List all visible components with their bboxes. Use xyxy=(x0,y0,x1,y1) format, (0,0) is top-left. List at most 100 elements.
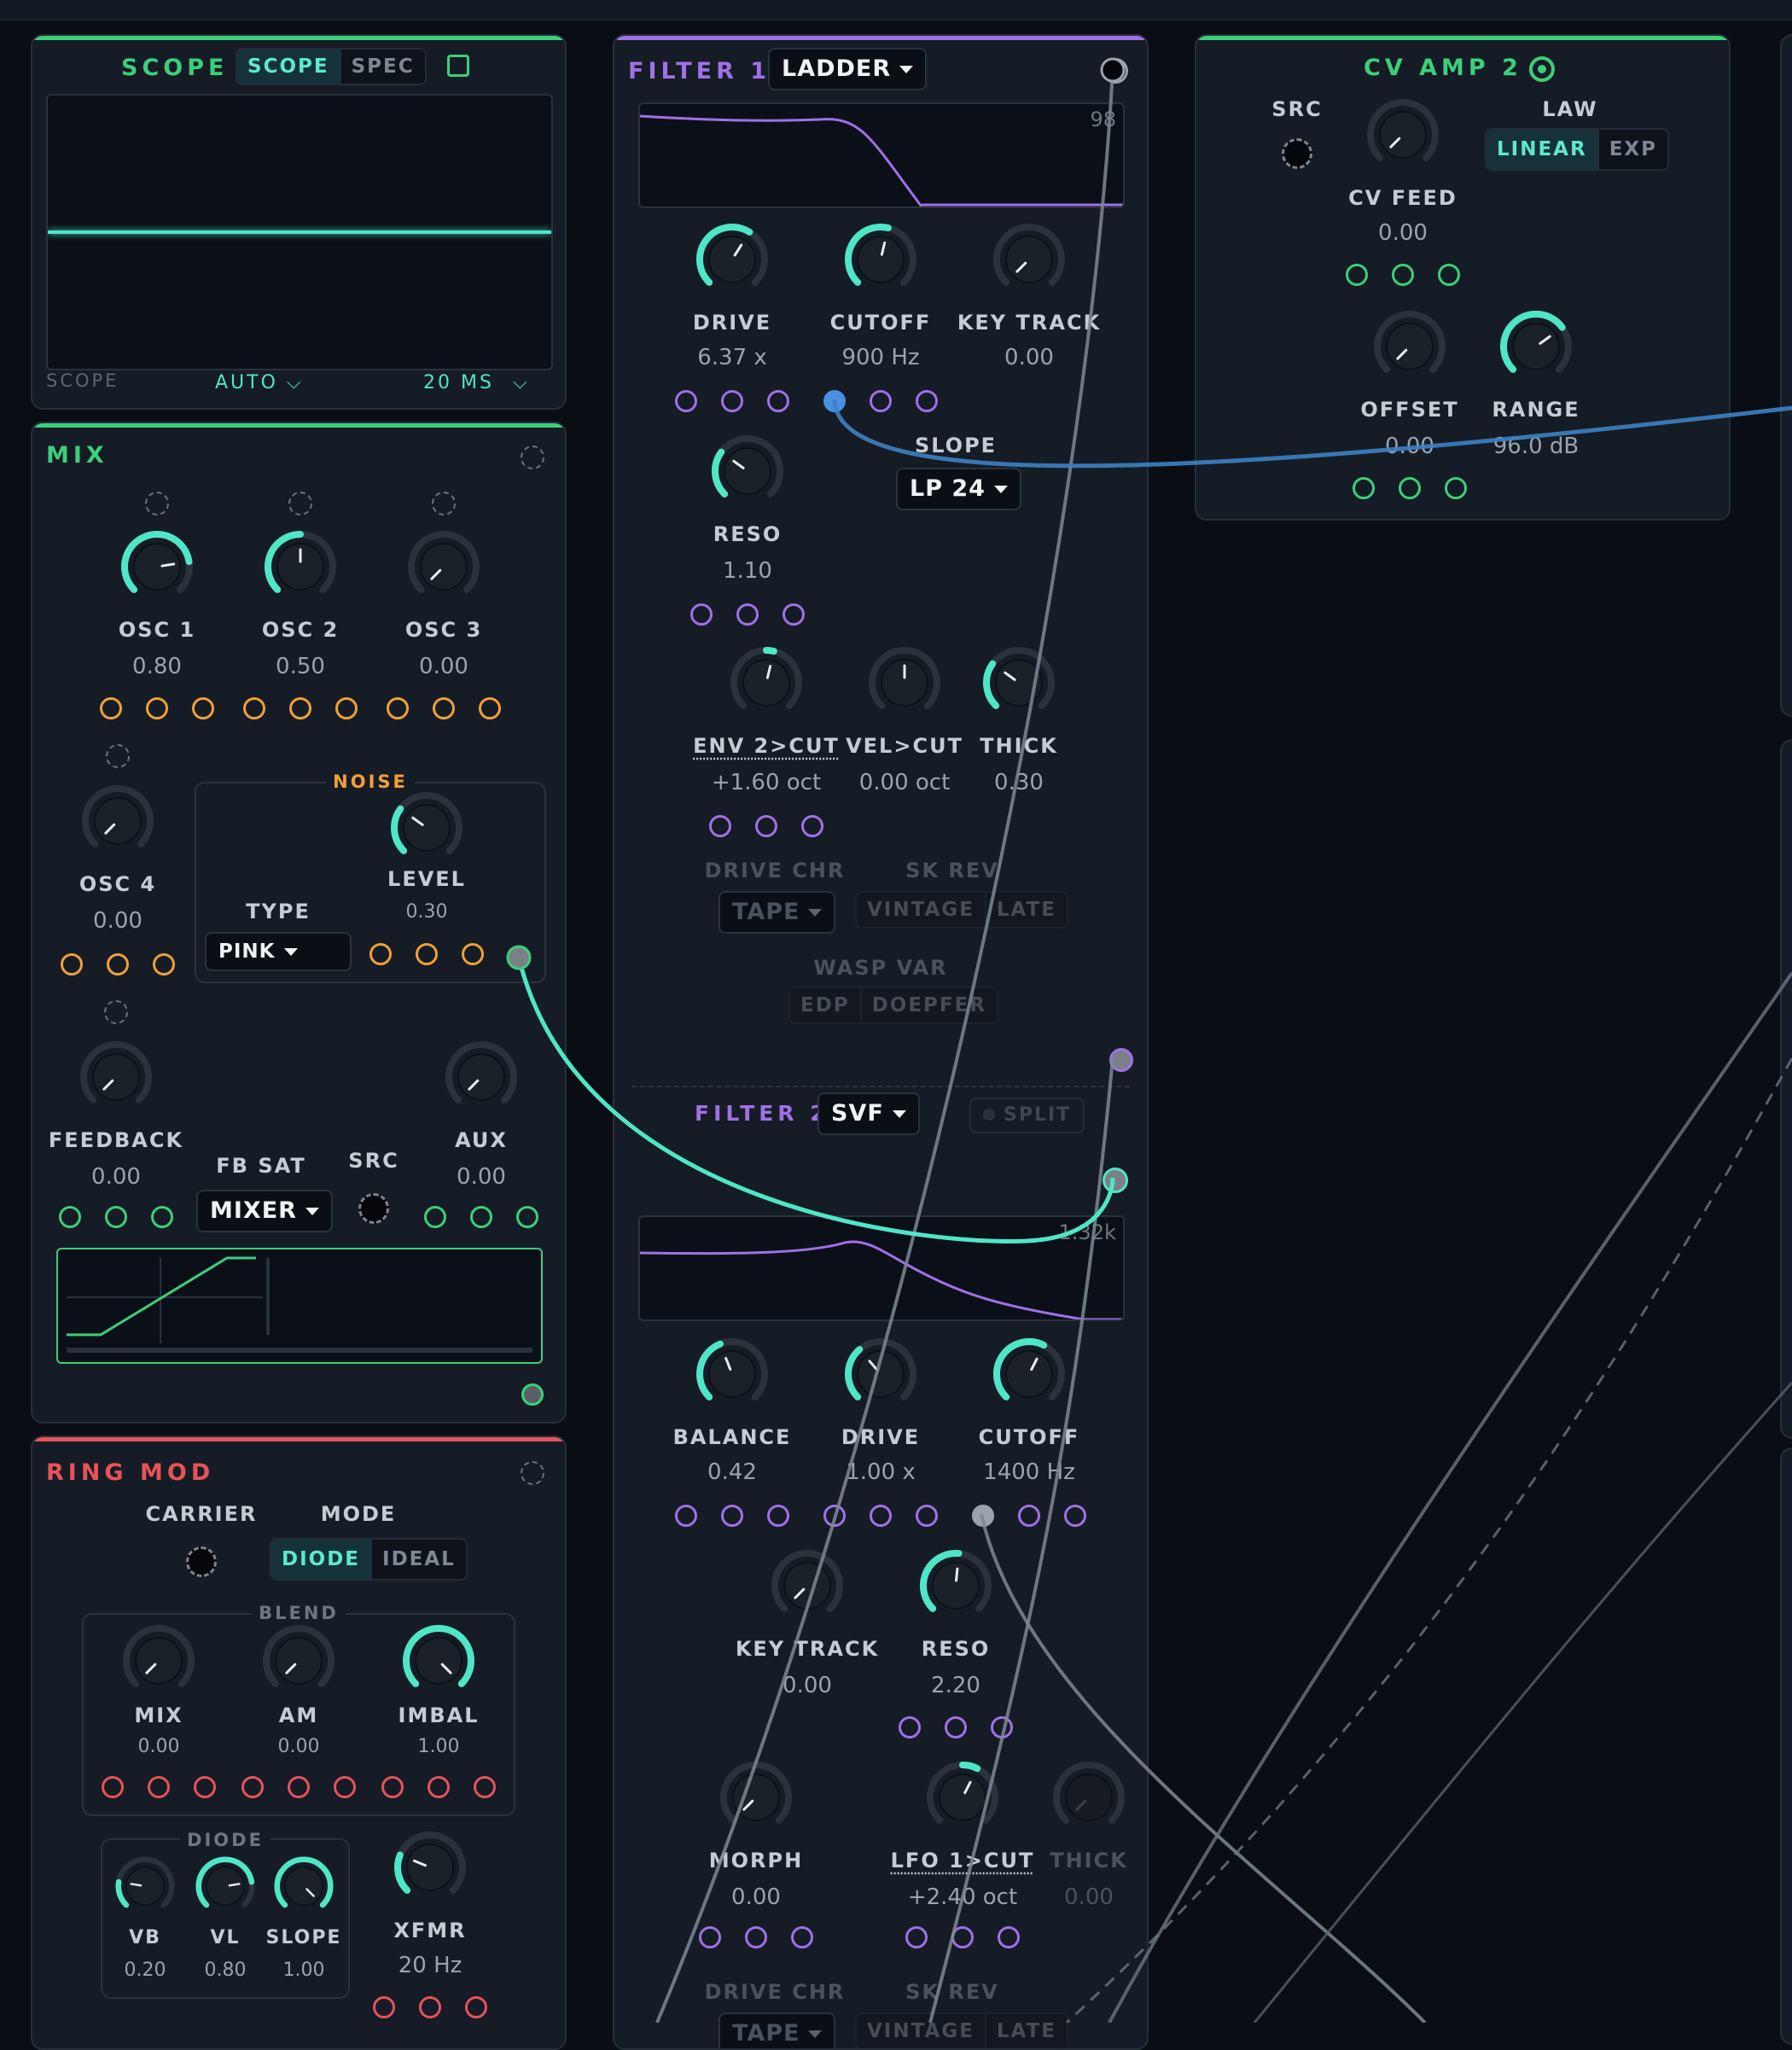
ring-mix-port[interactable] xyxy=(148,1776,170,1798)
filter1-drive-port[interactable] xyxy=(767,390,789,412)
osc4-port[interactable] xyxy=(107,953,129,975)
ring-am-port[interactable] xyxy=(241,1776,264,1798)
ring-imbal-port[interactable] xyxy=(474,1776,496,1798)
cv-offset-port[interactable] xyxy=(1445,477,1467,499)
osc1-knob[interactable] xyxy=(119,528,195,605)
ring-am-knob[interactable] xyxy=(260,1622,337,1699)
feedback-mod-slot[interactable] xyxy=(104,1000,128,1024)
filter1-reso-port[interactable] xyxy=(736,603,759,626)
wasp-var-doepfer[interactable]: DOEPFER xyxy=(859,988,997,1022)
osc3-knob[interactable] xyxy=(405,528,482,605)
filter1-keytrack-knob[interactable] xyxy=(991,221,1068,298)
ring-am-port[interactable] xyxy=(334,1776,356,1798)
src-jack[interactable] xyxy=(358,1193,389,1224)
sk-rev-late[interactable]: LATE xyxy=(984,893,1067,927)
osc3-port[interactable] xyxy=(387,697,409,719)
cv-offset-knob[interactable] xyxy=(1371,308,1448,385)
osc4-port[interactable] xyxy=(153,953,175,975)
ring-mix-knob[interactable] xyxy=(120,1622,197,1699)
filter1-type-dropdown[interactable]: LADDER xyxy=(768,48,928,90)
scope-freeze-checkbox[interactable] xyxy=(447,55,469,77)
filter1-velcut-knob[interactable] xyxy=(866,644,943,721)
filter1-env2cut-port[interactable] xyxy=(755,815,777,837)
filter2-morph-knob[interactable] xyxy=(718,1759,794,1836)
cv-feed-knob[interactable] xyxy=(1364,96,1441,173)
filter2-balance-port[interactable] xyxy=(721,1505,743,1527)
mix-bypass-icon[interactable] xyxy=(521,446,544,469)
cv-offset-port[interactable] xyxy=(1353,477,1375,499)
osc2-port[interactable] xyxy=(335,697,358,719)
osc2-port[interactable] xyxy=(243,697,265,719)
ring-xfmr-port[interactable] xyxy=(419,1996,441,2018)
filter2-morph-port[interactable] xyxy=(699,1926,721,1948)
filter1-drive-port[interactable] xyxy=(675,390,697,412)
osc3-port[interactable] xyxy=(479,697,501,719)
law-exp[interactable]: EXP xyxy=(1597,130,1667,169)
ring-xfmr-knob[interactable] xyxy=(392,1829,468,1906)
aux-port[interactable] xyxy=(424,1206,446,1228)
filter2-cutoff-knob[interactable] xyxy=(991,1336,1068,1412)
aux-port[interactable] xyxy=(470,1206,492,1228)
filter1-cutoff-port[interactable] xyxy=(870,390,892,412)
filter2-drive-port[interactable] xyxy=(916,1505,938,1527)
filter2-lfo1cut-knob[interactable] xyxy=(924,1759,1001,1836)
cv-src-jack[interactable] xyxy=(1282,138,1312,169)
filter2-sk-rev-toggle[interactable]: VINTAGE LATE xyxy=(855,2012,1068,2048)
filter1-drive-knob[interactable] xyxy=(694,221,771,298)
osc4-port[interactable] xyxy=(61,953,83,975)
osc1-port[interactable] xyxy=(146,697,168,719)
filter1-drive-port[interactable] xyxy=(721,390,743,412)
filter2-lfo1cut-port[interactable] xyxy=(905,1926,928,1948)
filter1-route-port[interactable] xyxy=(1109,1048,1133,1072)
filter2-split-toggle[interactable]: SPLIT xyxy=(969,1098,1085,1133)
sk-rev-late[interactable]: LATE xyxy=(984,2014,1067,2048)
ring-imbal-knob[interactable] xyxy=(400,1622,477,1699)
patch-canvas[interactable]: SCOPE SCOPE SPEC SCOPE AUTO ⌵ 20 MS ⌵ MI… xyxy=(0,0,1792,2050)
aux-port[interactable] xyxy=(516,1206,538,1228)
ring-imbal-port[interactable] xyxy=(428,1776,450,1798)
osc3-port[interactable] xyxy=(433,697,455,719)
ring-mix-port[interactable] xyxy=(102,1776,124,1798)
filter2-reso-port[interactable] xyxy=(945,1716,967,1738)
filter2-input-port[interactable] xyxy=(1103,1168,1128,1193)
law-linear[interactable]: LINEAR xyxy=(1487,130,1597,169)
filter2-type-dropdown[interactable]: SVF xyxy=(817,1092,920,1135)
fb-sat-dropdown[interactable]: MIXER xyxy=(196,1190,333,1232)
ring-vl-knob[interactable] xyxy=(194,1855,257,1918)
cv-offset-port[interactable] xyxy=(1399,477,1421,499)
feedback-port[interactable] xyxy=(105,1206,127,1228)
filter2-cutoff-port-connected[interactable] xyxy=(972,1505,994,1527)
ring-xfmr-port[interactable] xyxy=(465,1996,487,2018)
filter2-lfo1cut-port[interactable] xyxy=(951,1926,974,1948)
scope-time-select[interactable]: 20 MS ⌵ xyxy=(423,372,530,393)
filter1-env2cut-port[interactable] xyxy=(801,815,823,837)
filter1-reso-port[interactable] xyxy=(783,603,805,626)
filter1-output-port[interactable] xyxy=(1103,58,1128,84)
cv-feed-port[interactable] xyxy=(1346,264,1368,286)
sk-rev-vintage[interactable]: VINTAGE xyxy=(857,2014,985,2048)
osc1-mod-slot[interactable] xyxy=(145,492,169,515)
aux-knob[interactable] xyxy=(443,1039,520,1115)
wasp-var-edp[interactable]: EDP xyxy=(790,988,860,1022)
osc2-knob[interactable] xyxy=(262,528,339,605)
filter2-reso-port[interactable] xyxy=(899,1716,921,1738)
carrier-jack[interactable] xyxy=(186,1546,217,1577)
filter2-morph-port[interactable] xyxy=(745,1926,767,1948)
ring-mod-bypass-icon[interactable] xyxy=(521,1461,544,1485)
ring-slope-knob[interactable] xyxy=(272,1855,335,1918)
cv-feed-port[interactable] xyxy=(1392,264,1414,286)
filter2-reso-knob[interactable] xyxy=(917,1547,994,1624)
osc4-mod-slot[interactable] xyxy=(106,744,130,768)
filter2-balance-port[interactable] xyxy=(675,1505,697,1527)
filter1-cutoff-knob[interactable] xyxy=(842,221,919,298)
filter2-balance-knob[interactable] xyxy=(694,1336,771,1412)
scope-tab-scope[interactable]: SCOPE xyxy=(237,50,340,84)
ring-mode-toggle[interactable]: DIODE IDEAL xyxy=(270,1538,468,1581)
filter2-lfo1cut-label[interactable]: LFO 1>CUT xyxy=(891,1849,1035,1872)
ring-mix-port[interactable] xyxy=(194,1776,216,1798)
noise-level-port[interactable] xyxy=(462,943,484,965)
scope-tab-spec[interactable]: SPEC xyxy=(339,50,425,84)
cv-feed-port[interactable] xyxy=(1438,264,1460,286)
osc2-mod-slot[interactable] xyxy=(288,492,312,515)
cv-amp2-power-icon[interactable] xyxy=(1529,56,1555,82)
